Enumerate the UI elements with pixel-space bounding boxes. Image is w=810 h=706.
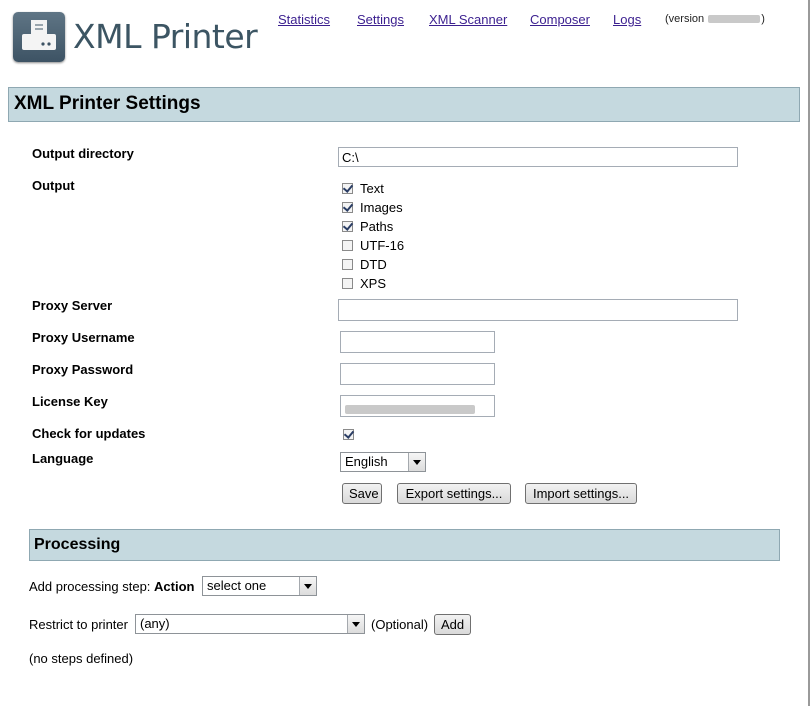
- chevron-down-icon[interactable]: [299, 577, 316, 595]
- nav-statistics[interactable]: Statistics: [278, 12, 330, 27]
- output-option-label: UTF-16: [360, 238, 405, 254]
- printer-logo-icon: [13, 12, 65, 62]
- output-option[interactable]: DTD: [342, 256, 387, 274]
- nav-xml-scanner[interactable]: XML Scanner: [429, 12, 507, 27]
- restrict-printer-label: Restrict to printer: [29, 617, 128, 632]
- proxy-server-input[interactable]: [338, 299, 738, 321]
- action-label: Action: [154, 579, 195, 594]
- output-option-checkbox[interactable]: [342, 259, 353, 271]
- output-option-label: Paths: [360, 219, 394, 235]
- output-option-label: Images: [360, 200, 403, 216]
- nav-settings[interactable]: Settings: [357, 12, 404, 27]
- output-option-checkbox[interactable]: [342, 202, 353, 214]
- output-option[interactable]: XPS: [342, 275, 386, 293]
- chevron-down-icon[interactable]: [408, 453, 425, 471]
- add-step-row: Add processing step: Action: [29, 579, 194, 594]
- check-updates-label: Check for updates: [32, 426, 146, 441]
- version-info: (version ): [665, 13, 765, 25]
- output-option-label: DTD: [360, 257, 387, 273]
- add-step-button[interactable]: Add: [434, 614, 471, 635]
- license-key-input[interactable]: [340, 395, 495, 417]
- no-steps-message: (no steps defined): [29, 651, 134, 666]
- output-option-checkbox[interactable]: [342, 183, 353, 195]
- nav-composer[interactable]: Composer: [530, 12, 590, 27]
- language-select[interactable]: English: [340, 452, 426, 472]
- output-option-checkbox[interactable]: [342, 221, 353, 233]
- output-label: Output: [32, 178, 75, 193]
- output-option[interactable]: Text: [342, 180, 384, 198]
- language-label: Language: [32, 451, 94, 466]
- chevron-down-icon[interactable]: [347, 615, 364, 633]
- export-settings-button[interactable]: Export settings...: [397, 483, 511, 504]
- version-suffix: ): [761, 13, 765, 25]
- output-option[interactable]: Paths: [342, 218, 393, 236]
- proxy-username-label: Proxy Username: [32, 330, 135, 345]
- proxy-server-label: Proxy Server: [32, 298, 113, 313]
- output-directory-label: Output directory: [32, 146, 134, 161]
- optional-note: (Optional): [371, 617, 429, 632]
- output-option-label: XPS: [360, 276, 387, 292]
- check-updates-checkbox[interactable]: [343, 429, 354, 440]
- output-option-checkbox[interactable]: [342, 240, 353, 252]
- settings-heading: XML Printer Settings: [8, 87, 800, 122]
- license-key-redacted: [345, 405, 475, 415]
- output-directory-input[interactable]: [338, 147, 738, 167]
- proxy-password-label: Proxy Password: [32, 362, 134, 377]
- proxy-username-input[interactable]: [340, 331, 495, 353]
- app-title: XML Printer: [73, 17, 258, 56]
- output-option[interactable]: Images: [342, 199, 403, 217]
- language-value: English: [345, 454, 388, 469]
- license-key-label: License Key: [32, 394, 108, 409]
- version-prefix: (version: [665, 13, 705, 25]
- processing-heading: Processing: [29, 529, 780, 561]
- add-step-label: Add processing step:: [29, 579, 151, 594]
- printer-value: (any): [140, 616, 170, 631]
- output-option-checkbox[interactable]: [342, 278, 353, 290]
- import-settings-button[interactable]: Import settings...: [525, 483, 637, 504]
- action-select[interactable]: select one: [202, 576, 317, 596]
- output-option[interactable]: UTF-16: [342, 237, 404, 255]
- output-option-label: Text: [360, 181, 384, 197]
- action-value: select one: [207, 578, 267, 593]
- proxy-password-input[interactable]: [340, 363, 495, 385]
- save-button[interactable]: Save: [342, 483, 382, 504]
- printer-select[interactable]: (any): [135, 614, 365, 634]
- version-number-redacted: [708, 15, 761, 24]
- nav-logs[interactable]: Logs: [613, 12, 641, 27]
